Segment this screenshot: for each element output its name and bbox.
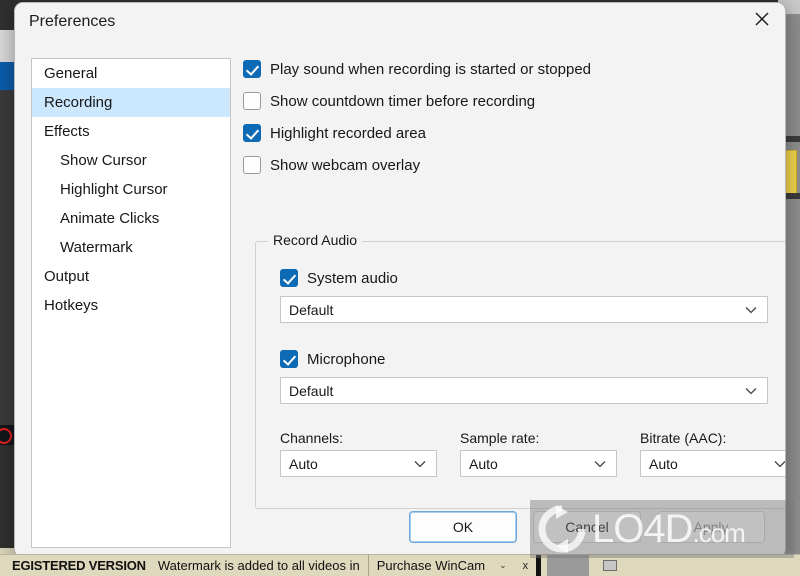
sidebar-item-label: Recording — [44, 94, 113, 111]
system-audio-device-value: Default — [289, 301, 334, 318]
sidebar-item-output[interactable]: Output — [32, 262, 230, 291]
checkbox-microphone[interactable] — [280, 350, 298, 368]
chevron-down-icon — [774, 460, 785, 467]
apply-button[interactable]: Apply — [657, 511, 765, 543]
system-audio-device-select[interactable]: Default — [280, 296, 768, 323]
sidebar-item-label: Highlight Cursor — [60, 181, 168, 198]
option-play-sound-label: Play sound when recording is started or … — [270, 60, 592, 78]
checkbox-system-audio[interactable] — [280, 269, 298, 287]
microphone-device-select[interactable]: Default — [280, 377, 768, 404]
option-webcam-overlay-label: Show webcam overlay — [270, 156, 421, 174]
option-microphone[interactable]: Microphone — [280, 345, 764, 373]
bitrate-value: Auto — [649, 455, 678, 472]
dialog-titlebar: Preferences — [15, 3, 785, 41]
settings-category-list[interactable]: General Recording Effects Show Cursor Hi… — [31, 58, 231, 548]
watermark-note-text: Watermark is added to all videos in — [157, 558, 360, 573]
sample-rate-value: Auto — [469, 455, 498, 472]
option-play-sound[interactable]: Play sound when recording is started or … — [243, 55, 783, 83]
sidebar-item-general[interactable]: General — [32, 59, 230, 88]
sidebar-item-animate-clicks[interactable]: Animate Clicks — [32, 204, 230, 233]
sidebar-item-show-cursor[interactable]: Show Cursor — [32, 146, 230, 175]
sidebar-item-recording[interactable]: Recording — [32, 88, 230, 117]
option-microphone-label: Microphone — [307, 350, 386, 368]
background-yellow-marker — [785, 150, 797, 198]
chevron-down-icon[interactable]: ⌄ — [499, 560, 507, 571]
bitrate-select[interactable]: Auto — [640, 450, 785, 477]
cancel-button[interactable]: Cancel — [533, 511, 641, 543]
checkbox-countdown-timer[interactable] — [243, 92, 261, 110]
sample-rate-label: Sample rate: — [460, 430, 540, 446]
close-icon[interactable]: x — [523, 560, 529, 572]
sidebar-item-watermark[interactable]: Watermark — [32, 233, 230, 262]
chevron-down-icon — [745, 306, 757, 313]
sidebar-item-label: Hotkeys — [44, 297, 99, 314]
sidebar-item-effects[interactable]: Effects — [32, 117, 230, 146]
sidebar-item-highlight-cursor[interactable]: Highlight Cursor — [32, 175, 230, 204]
option-system-audio-label: System audio — [307, 269, 398, 287]
option-highlight-area-label: Highlight recorded area — [270, 124, 426, 142]
option-highlight-area[interactable]: Highlight recorded area — [243, 119, 783, 147]
purchase-link[interactable]: Purchase WinCam — [377, 558, 485, 573]
ok-button[interactable]: OK — [409, 511, 517, 543]
channels-select[interactable]: Auto — [280, 450, 437, 477]
sidebar-item-label: Output — [44, 268, 90, 285]
status-bar-grey-cell — [547, 555, 590, 576]
status-bar-divider — [367, 555, 369, 576]
channels-value: Auto — [289, 455, 318, 472]
bitrate-field: Bitrate (AAC): Auto — [640, 430, 785, 477]
channels-label: Channels: — [280, 430, 344, 446]
microphone-device-value: Default — [289, 382, 334, 399]
chevron-down-icon — [414, 460, 426, 467]
sidebar-item-label: Animate Clicks — [60, 210, 160, 227]
sample-rate-field: Sample rate: Auto — [460, 430, 617, 477]
dialog-body: General Recording Effects Show Cursor Hi… — [15, 41, 785, 557]
sidebar-item-label: Show Cursor — [60, 152, 147, 169]
chevron-down-icon — [745, 387, 757, 394]
channels-field: Channels: Auto — [280, 430, 437, 477]
screen: Preferences General Recording Effects Sh… — [0, 0, 800, 576]
sidebar-item-label: Effects — [44, 123, 90, 140]
checkbox-play-sound[interactable] — [243, 60, 261, 78]
option-webcam-overlay[interactable]: Show webcam overlay — [243, 151, 783, 179]
sample-rate-select[interactable]: Auto — [460, 450, 617, 477]
app-status-bar: EGISTERED VERSION Watermark is added to … — [0, 554, 800, 576]
option-countdown-timer[interactable]: Show countdown timer before recording — [243, 87, 783, 115]
dialog-title: Preferences — [29, 13, 116, 30]
dialog-footer: OK Cancel Apply — [15, 511, 783, 543]
close-icon — [755, 12, 769, 26]
recording-settings-pane: Play sound when recording is started or … — [243, 41, 785, 557]
sidebar-item-label: General — [44, 65, 98, 82]
bitrate-label: Bitrate (AAC): — [640, 430, 727, 446]
record-audio-legend: Record Audio — [268, 232, 363, 248]
checkbox-highlight-area[interactable] — [243, 124, 261, 142]
chevron-down-icon — [594, 460, 606, 467]
sidebar-item-hotkeys[interactable]: Hotkeys — [32, 291, 230, 320]
option-countdown-timer-label: Show countdown timer before recording — [270, 92, 536, 110]
window-icon — [603, 560, 618, 571]
close-button[interactable] — [739, 3, 785, 35]
record-audio-group: Record Audio System audio Default Microp… — [255, 232, 785, 509]
status-bar-black-block — [536, 555, 542, 576]
checkbox-webcam-overlay[interactable] — [243, 156, 261, 174]
audio-format-row: Channels: Auto Sample rate: Auto Bitrate… — [280, 430, 785, 477]
preferences-dialog: Preferences General Recording Effects Sh… — [14, 2, 786, 558]
option-system-audio[interactable]: System audio — [280, 264, 764, 292]
registered-version-text: EGISTERED VERSION — [12, 558, 146, 573]
sidebar-item-label: Watermark — [60, 239, 133, 256]
